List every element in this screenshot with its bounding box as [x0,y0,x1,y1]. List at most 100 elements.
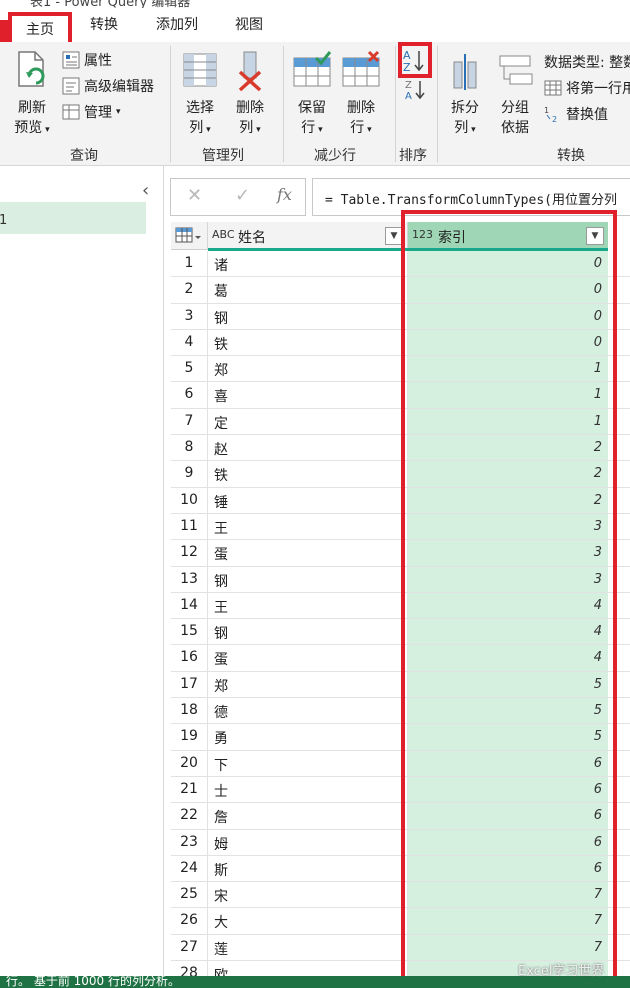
type-text-icon[interactable]: ABC [212,228,235,241]
cell-name[interactable]: 勇 [208,724,408,750]
row-number[interactable]: 5 [171,356,208,382]
row-number[interactable]: 27 [171,934,208,961]
use-first-row-label: 将第一行用 [566,81,630,97]
row-number[interactable]: 4 [171,329,208,356]
row-number[interactable]: 18 [171,698,208,724]
row-number[interactable]: 25 [171,882,208,908]
manage-label: 管理 [84,105,112,121]
data-type-dropdown[interactable]: 数据类型: 整数 [544,52,630,72]
group-by-button[interactable]: 分组 依据 [494,50,536,138]
row-number[interactable]: 8 [171,435,208,461]
cell-name[interactable]: 葛 [208,277,408,303]
replace-values-button[interactable]: 12 替换值 [544,104,608,124]
row-number[interactable]: 6 [171,382,208,408]
remove-rows-label-2: 行 [350,120,365,136]
remove-columns-button[interactable]: 删除 列 ▾ [230,50,270,140]
query-item[interactable]: 表1 [0,202,146,234]
cancel-icon[interactable]: ✕ [187,185,202,206]
cell-name[interactable]: 詹 [208,803,408,829]
remove-rows-button[interactable]: 删除 行 ▾ [340,50,382,140]
advanced-editor-button[interactable]: 高级编辑器 [62,76,154,96]
row-number[interactable]: 2 [171,277,208,303]
remove-rows-icon [342,50,380,87]
row-number[interactable]: 17 [171,671,208,698]
remove-columns-label-2: 列 [239,120,254,136]
tab-transform[interactable]: 转换 [90,14,118,34]
cell-name[interactable]: 诸 [208,251,408,277]
split-column-button[interactable]: 拆分 列 ▾ [444,50,486,140]
row-number[interactable]: 15 [171,619,208,645]
collapse-pane-icon[interactable]: ‹ [142,180,149,201]
refresh-preview-button[interactable]: 刷新 预览 ▾ [10,50,54,140]
choose-columns-button[interactable]: 选择 列 ▾ [180,50,220,140]
cell-name[interactable]: 宋 [208,882,408,908]
row-number[interactable]: 16 [171,645,208,671]
cell-name[interactable]: 喜 [208,382,408,408]
cell-name[interactable]: 铁 [208,329,408,356]
row-number[interactable]: 20 [171,750,208,776]
use-first-row-button[interactable]: 将第一行用 [544,78,630,98]
remove-columns-icon [238,51,262,92]
row-number[interactable]: 22 [171,803,208,829]
replace-values-label: 替换值 [566,107,608,123]
row-number[interactable]: 9 [171,461,208,487]
row-number[interactable]: 24 [171,855,208,882]
row-number[interactable]: 10 [171,487,208,513]
row-number[interactable]: 11 [171,513,208,540]
cell-name[interactable]: 大 [208,908,408,934]
tab-add-column[interactable]: 添加列 [156,14,198,34]
cell-name[interactable]: 王 [208,592,408,619]
cell-name[interactable]: 钢 [208,303,408,329]
manage-icon [62,104,80,120]
row-number[interactable]: 23 [171,829,208,855]
cell-name[interactable]: 郑 [208,671,408,698]
row-number[interactable]: 3 [171,303,208,329]
cell-name[interactable]: 姆 [208,829,408,855]
fx-icon[interactable]: fx [277,185,292,204]
confirm-icon[interactable]: ✓ [235,185,250,206]
cell-name[interactable]: 钢 [208,566,408,592]
cell-name[interactable]: 锤 [208,487,408,513]
keep-rows-button[interactable]: 保留 行 ▾ [291,50,333,140]
tab-view[interactable]: 视图 [235,14,263,34]
cell-name[interactable]: 郑 [208,356,408,382]
group-label-transform: 转换 [557,148,585,164]
tab-home[interactable]: 主页 [8,12,72,46]
row-number[interactable]: 14 [171,592,208,619]
row-number[interactable]: 13 [171,566,208,592]
cell-name[interactable]: 下 [208,750,408,776]
keep-rows-icon [293,51,332,87]
row-number[interactable]: 7 [171,408,208,435]
cell-name[interactable]: 钢 [208,619,408,645]
group-label-reduce-rows: 减少行 [314,148,356,164]
chevron-down-icon: ▾ [315,125,323,135]
index-column-highlight-box [401,210,617,982]
cell-name[interactable]: 莲 [208,934,408,961]
row-number[interactable]: 19 [171,724,208,750]
cell-name[interactable]: 定 [208,408,408,435]
sort-descending-button[interactable]: Z A [404,78,428,106]
ribbon-separator [283,46,284,162]
remove-columns-label-1: 删除 [236,100,264,116]
chevron-down-icon: ▾ [203,125,211,135]
properties-button[interactable]: 属性 [62,50,112,70]
cell-name[interactable]: 赵 [208,435,408,461]
manage-button[interactable]: 管理 ▾ [62,102,121,122]
refresh-icon [18,51,45,87]
chevron-down-icon: ▾ [42,125,50,135]
row-number[interactable]: 12 [171,540,208,566]
cell-name[interactable]: 德 [208,698,408,724]
row-number[interactable]: 1 [171,251,208,277]
row-number[interactable]: 21 [171,776,208,803]
row-number[interactable]: 26 [171,908,208,934]
cell-name[interactable]: 王 [208,513,408,540]
cell-name[interactable]: 蛋 [208,645,408,671]
cell-name[interactable]: 蛋 [208,540,408,566]
title-bar: 表1 - Power Query 编辑器 [0,0,630,8]
cell-name[interactable]: 士 [208,776,408,803]
column-header-name[interactable]: ABC 姓名 ▼ [208,222,408,250]
column-header-label: 姓名 [238,230,266,246]
cell-name[interactable]: 铁 [208,461,408,487]
cell-name[interactable]: 斯 [208,855,408,882]
table-menu-button[interactable] [171,222,208,250]
